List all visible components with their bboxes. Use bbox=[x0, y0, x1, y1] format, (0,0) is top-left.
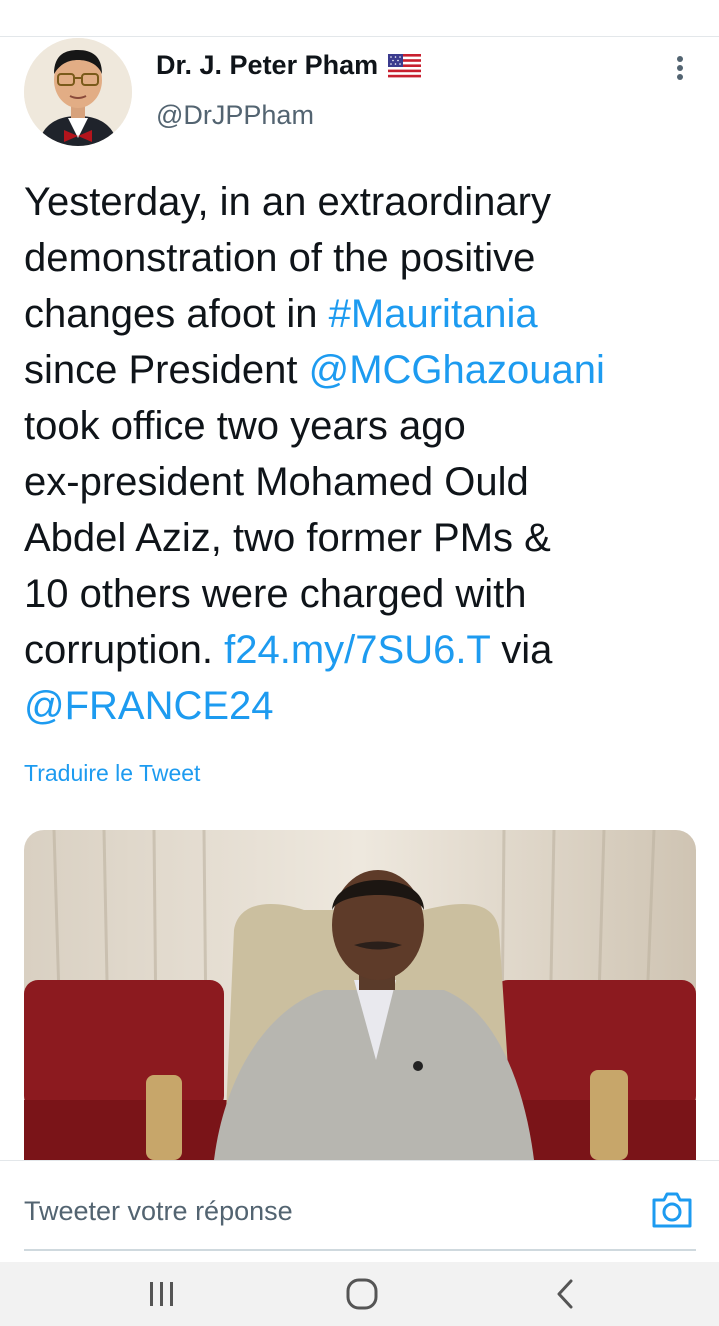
tweet-text-segment: Yesterday, in an extraordinary bbox=[24, 180, 551, 224]
tweet-line: @FRANCE24 bbox=[24, 678, 704, 734]
tweet-line: corruption. f24.my/7SU6.T via bbox=[24, 622, 704, 678]
tweet-line: Yesterday, in an extraordinary bbox=[24, 174, 704, 230]
tweet-text-segment: corruption. bbox=[24, 628, 225, 672]
recent-apps-icon[interactable] bbox=[102, 1262, 222, 1326]
tweet-text-segment: changes afoot in bbox=[24, 292, 329, 336]
us-flag-icon bbox=[388, 53, 422, 78]
hashtag-link[interactable]: #Mauritania bbox=[329, 292, 538, 336]
tweet-text-segment: ex-president Mohamed Ould bbox=[24, 460, 529, 504]
author-handle[interactable]: @DrJPPham bbox=[156, 100, 314, 131]
tweet-text-segment: via bbox=[490, 628, 553, 672]
more-dot bbox=[677, 65, 683, 71]
top-divider bbox=[0, 36, 719, 37]
tweet-line: demonstration of the positive bbox=[24, 230, 704, 286]
reply-underline bbox=[24, 1249, 696, 1251]
mention-link[interactable]: @MCGhazouani bbox=[309, 348, 605, 392]
author-row[interactable]: Dr. J. Peter Pham bbox=[156, 50, 422, 81]
reply-input[interactable]: Tweeter votre réponse bbox=[24, 1196, 293, 1227]
tweet-line: ex-president Mohamed Ould bbox=[24, 454, 704, 510]
tweet-text-segment: 10 others were charged with bbox=[24, 572, 527, 616]
more-options-icon[interactable] bbox=[668, 52, 692, 84]
tweet-media-image[interactable] bbox=[24, 830, 696, 1160]
more-dot bbox=[677, 56, 683, 62]
tweet-text: Yesterday, in an extraordinary demonstrat… bbox=[24, 174, 704, 734]
tweet-line: changes afoot in #Mauritania bbox=[24, 286, 704, 342]
home-icon[interactable] bbox=[302, 1262, 422, 1326]
tweet-text-segment: since President bbox=[24, 348, 309, 392]
tweet-text-segment: took office two years ago bbox=[24, 404, 466, 448]
tweet-line: took office two years ago bbox=[24, 398, 704, 454]
author-name[interactable]: Dr. J. Peter Pham bbox=[156, 50, 378, 81]
tweet-text-segment: demonstration of the positive bbox=[24, 236, 536, 280]
tweet-text-segment: Abdel Aziz, two former PMs & bbox=[24, 516, 551, 560]
system-navbar bbox=[0, 1262, 719, 1326]
tweet-line: Abdel Aziz, two former PMs & bbox=[24, 510, 704, 566]
reply-divider bbox=[0, 1160, 719, 1161]
url-link[interactable]: f24.my/7SU6.T bbox=[224, 628, 490, 672]
mention-link[interactable]: @FRANCE24 bbox=[24, 684, 274, 728]
back-icon[interactable] bbox=[505, 1262, 625, 1326]
translate-tweet-link[interactable]: Traduire le Tweet bbox=[24, 760, 200, 787]
camera-icon[interactable] bbox=[650, 1190, 694, 1230]
tweet-line: 10 others were charged with bbox=[24, 566, 704, 622]
more-dot bbox=[677, 74, 683, 80]
tweet-line: since President @MCGhazouani bbox=[24, 342, 704, 398]
avatar[interactable] bbox=[24, 38, 132, 146]
